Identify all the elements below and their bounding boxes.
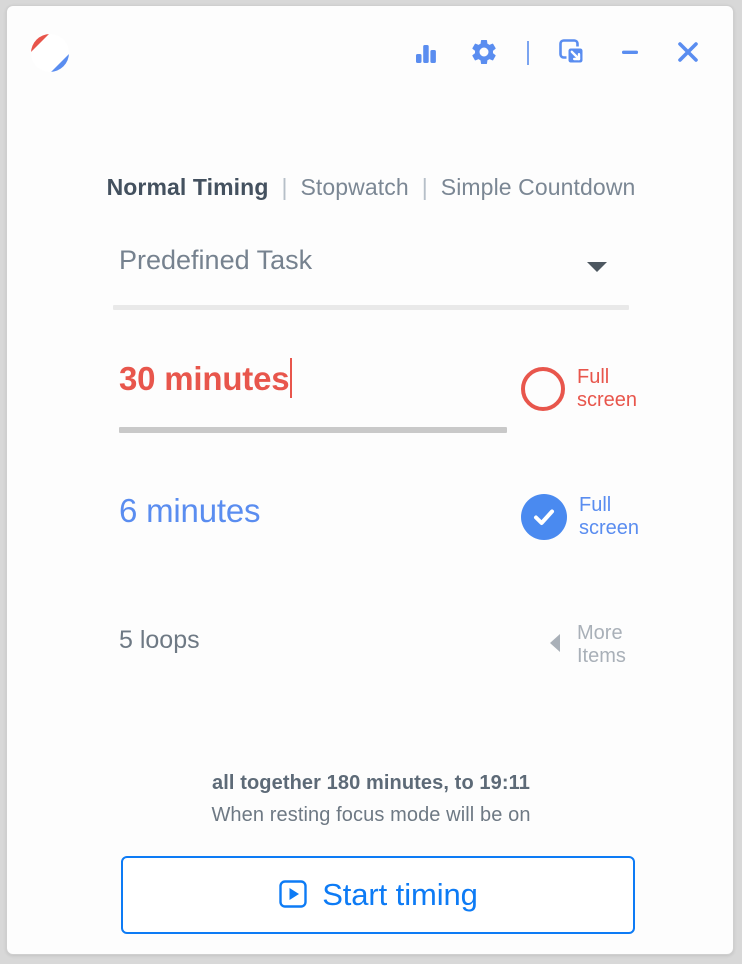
chevron-left-icon [547,632,563,659]
loops-value: 5 loops [119,626,200,654]
circle-check-icon [521,494,567,540]
tab-divider-1: | [281,174,288,200]
tab-simple-countdown[interactable]: Simple Countdown [441,174,636,200]
circle-unchecked-icon [521,367,565,411]
settings-button[interactable] [455,26,513,80]
predefined-task-select[interactable]: Predefined Task [113,241,629,303]
loops-field[interactable]: 5 loops More Items [113,622,633,676]
mode-tabs: Normal Timing | Stopwatch | Simple Countdown [7,174,733,201]
predefined-task-value: Predefined Task [119,245,313,275]
start-timing-label: Start timing [322,877,478,912]
minimize-icon [615,37,645,70]
close-icon [672,36,704,71]
more-items-label: More Items [577,622,626,667]
statistics-button[interactable] [397,26,455,80]
app-window: Normal Timing | Stopwatch | Simple Countdown… [6,5,734,955]
titlebar-actions [397,26,717,80]
tab-divider-2: | [421,174,428,200]
tab-stopwatch[interactable]: Stopwatch [300,174,408,200]
more-items-button[interactable]: More Items [547,622,626,668]
tab-normal-timing[interactable]: Normal Timing [107,174,269,200]
start-timing-button[interactable]: Start timing [121,856,635,934]
focus-fullscreen-label: Full screen [577,366,638,411]
rest-duration-value: 6 minutes [119,492,261,529]
text-cursor [290,358,293,398]
predefined-task-underline [113,305,629,310]
app-logo-icon [29,32,71,74]
focus-fullscreen-toggle[interactable]: Full screen [521,366,637,412]
summary: all together 180 minutes, to 19:11 When … [7,772,733,827]
play-square-icon [278,879,308,912]
rest-fullscreen-label: Full screen [579,494,640,539]
mini-window-icon [557,37,587,70]
titlebar-divider [527,41,529,65]
focus-duration-underline [119,427,507,433]
close-button[interactable] [659,26,717,80]
summary-total-text: all together 180 minutes, to 19:11 [212,772,530,794]
titlebar [7,6,733,90]
gear-icon [469,37,499,70]
bar-chart-icon [412,38,440,69]
chevron-down-icon [585,259,609,280]
focus-duration-value: 30 minutes [119,360,290,397]
minimize-button[interactable] [601,26,659,80]
summary-focus-mode-text: When resting focus mode will be on [211,804,531,826]
rest-fullscreen-toggle[interactable]: Full screen [521,494,639,540]
mini-window-button[interactable] [543,26,601,80]
